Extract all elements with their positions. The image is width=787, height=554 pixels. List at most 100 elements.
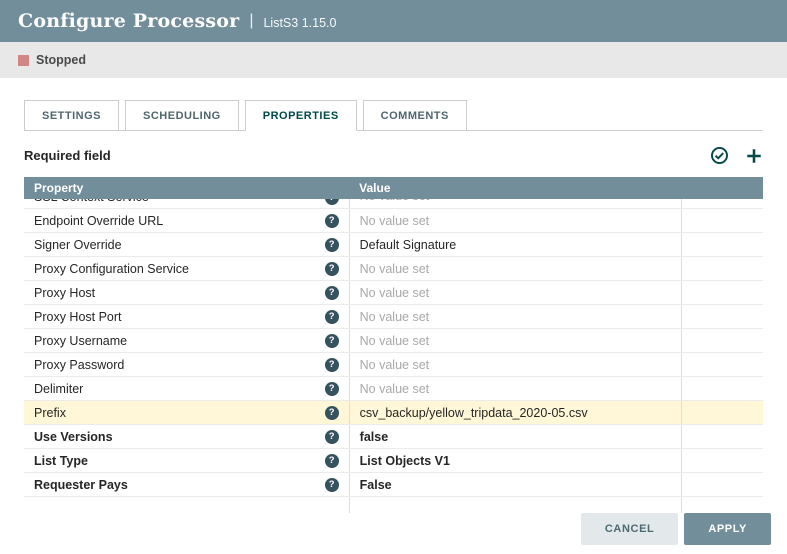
row-filler [682,281,763,305]
property-value[interactable]: No value set [349,305,682,329]
table-row[interactable]: Proxy Host Port?No value set [24,305,763,329]
table-row[interactable]: Proxy Configuration Service?No value set [24,257,763,281]
table-row[interactable]: Proxy Password?No value set [24,353,763,377]
tab-properties[interactable]: PROPERTIES [245,100,357,131]
property-cell: Prefix? [24,401,349,425]
help-icon[interactable]: ? [325,214,339,228]
property-value[interactable]: No value set [349,281,682,305]
row-filler [682,377,763,401]
row-filler [682,209,763,233]
property-value[interactable]: No value set [349,199,682,209]
tab-bar: SETTINGS SCHEDULING PROPERTIES COMMENTS [24,100,763,131]
help-icon[interactable]: ? [325,310,339,324]
property-cell: Proxy Password? [24,353,349,377]
tab-comments[interactable]: COMMENTS [363,100,467,131]
property-value[interactable]: false [349,425,682,449]
properties-table-body: SSL Context Service ? No value set Endpo… [24,199,763,513]
processor-type-version: ListS3 1.15.0 [263,13,336,30]
properties-table: Property Value SSL Context Service ? No … [24,177,763,513]
property-name: Proxy Configuration Service [34,262,189,276]
property-cell: Use Versions? [24,425,349,449]
column-header-value: Value [349,177,682,199]
check-circle-icon [710,146,729,165]
property-value[interactable]: List Objects V1 [349,449,682,473]
row-filler [682,233,763,257]
property-name: Proxy Username [34,334,127,348]
help-icon[interactable]: ? [325,382,339,396]
table-row[interactable]: Delimiter?No value set [24,377,763,401]
property-name: Proxy Host [34,286,95,300]
property-cell: Requester Pays? [24,473,349,497]
plus-icon [745,147,763,165]
property-cell: Proxy Configuration Service? [24,257,349,281]
property-cell: Proxy Username? [24,329,349,353]
table-row[interactable]: Proxy Username?No value set [24,329,763,353]
table-row[interactable]: Proxy Host?No value set [24,281,763,305]
row-filler [682,257,763,281]
stop-square-icon [18,55,29,66]
property-value[interactable]: No value set [349,209,682,233]
table-row[interactable]: Prefix?csv_backup/yellow_tripdata_2020-0… [24,401,763,425]
help-icon[interactable]: ? [325,406,339,420]
tab-settings[interactable]: SETTINGS [24,100,119,131]
required-field-label: Required field [24,148,111,163]
property-name: SSL Context Service [34,199,149,207]
status-label: Stopped [36,53,86,67]
dialog-title: Configure Processor [18,10,239,32]
status-bar: Stopped [0,42,787,78]
property-cell: Endpoint Override URL? [24,209,349,233]
table-header-row: Property Value [24,177,763,199]
add-property-button[interactable] [745,147,763,165]
property-name: Delimiter [34,382,83,396]
table-row[interactable]: Signer Override?Default Signature [24,233,763,257]
property-name: Endpoint Override URL [34,214,163,228]
row-filler [682,353,763,377]
table-row[interactable]: Use Versions?false [24,425,763,449]
property-value[interactable]: No value set [349,353,682,377]
property-name: Prefix [34,406,66,420]
property-cell: Proxy Host Port? [24,305,349,329]
property-value[interactable]: False [349,473,682,497]
property-cell: List Type? [24,449,349,473]
table-row[interactable]: List Type?List Objects V1 [24,449,763,473]
help-icon[interactable]: ? [325,199,339,205]
row-filler [682,199,763,209]
dialog-content: SETTINGS SCHEDULING PROPERTIES COMMENTS … [0,78,787,513]
column-header-property: Property [24,177,349,199]
title-separator: | [249,12,253,30]
help-icon[interactable]: ? [325,358,339,372]
property-cell: Delimiter? [24,377,349,401]
help-icon[interactable]: ? [325,238,339,252]
help-icon[interactable]: ? [325,430,339,444]
row-filler [682,473,763,497]
help-icon[interactable]: ? [325,262,339,276]
property-value[interactable]: csv_backup/yellow_tripdata_2020-05.csv [349,401,682,425]
property-name: Signer Override [34,238,122,252]
table-row[interactable]: Endpoint Override URL?No value set [24,209,763,233]
property-cell: Signer Override? [24,233,349,257]
help-icon[interactable]: ? [325,454,339,468]
property-name: Use Versions [34,430,113,444]
table-row[interactable]: Requester Pays?False [24,473,763,497]
tab-scheduling[interactable]: SCHEDULING [125,100,239,131]
configure-processor-dialog: Configure Processor | ListS3 1.15.0 Stop… [0,0,787,513]
properties-actions [710,146,763,165]
verify-properties-button[interactable] [710,146,729,165]
property-cell: Proxy Host? [24,281,349,305]
property-value[interactable]: No value set [349,257,682,281]
apply-button[interactable]: APPLY [684,513,771,545]
row-filler [682,305,763,329]
property-value[interactable]: No value set [349,329,682,353]
help-icon[interactable]: ? [325,286,339,300]
dialog-footer: CANCEL APPLY [581,513,771,545]
property-name: Proxy Host Port [34,310,122,324]
row-filler [682,425,763,449]
help-icon[interactable]: ? [325,334,339,348]
column-header-filler [682,177,763,199]
table-row-partial[interactable]: SSL Context Service ? No value set [24,199,763,209]
property-value[interactable]: No value set [349,377,682,401]
help-icon[interactable]: ? [325,478,339,492]
cancel-button[interactable]: CANCEL [581,513,678,545]
property-name: Requester Pays [34,478,128,492]
property-value[interactable]: Default Signature [349,233,682,257]
